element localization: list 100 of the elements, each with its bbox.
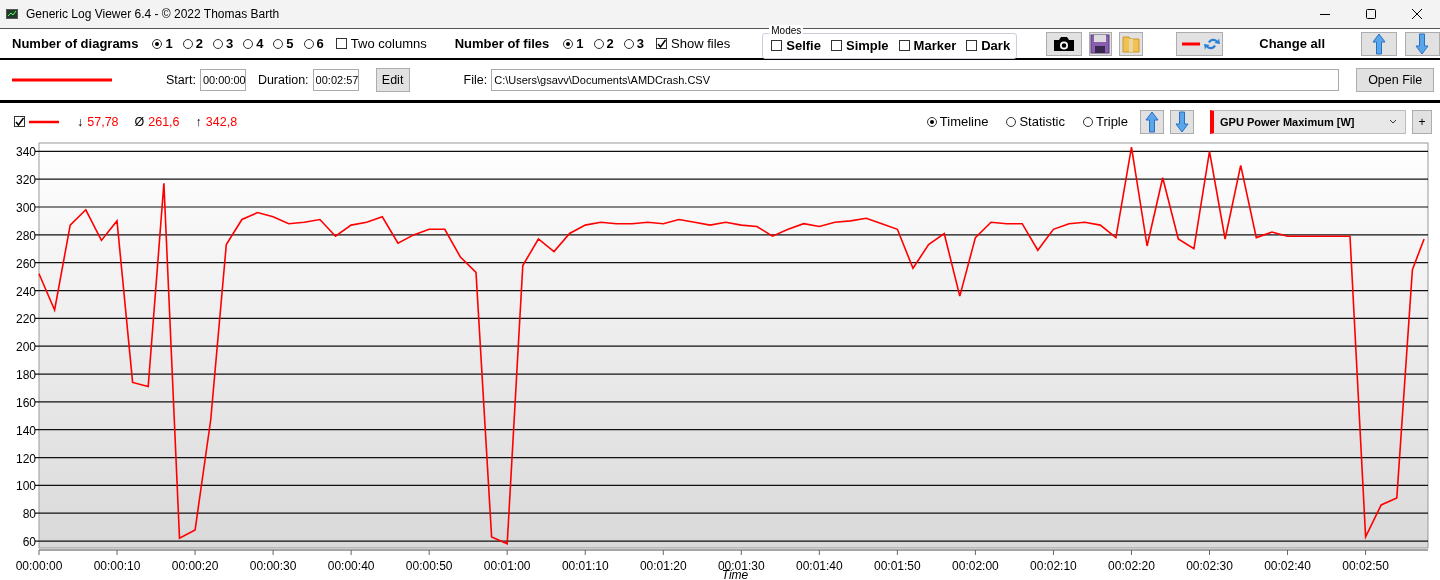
duration-field[interactable]: 00:02:57 (312, 69, 359, 91)
y-tick-label: 180 (15, 368, 36, 383)
down-arrow-icon (1174, 109, 1190, 134)
checkbox[interactable] (830, 40, 842, 51)
checkbox-label: Two columns (350, 36, 427, 51)
checkbox[interactable] (771, 40, 783, 51)
radio-label: 1 (576, 36, 584, 51)
duration-label: Duration: (257, 73, 309, 87)
color-swap-button[interactable] (1176, 31, 1224, 56)
radio-button[interactable] (1082, 116, 1093, 127)
radio-label: 4 (256, 36, 264, 51)
move-down-button[interactable] (1404, 31, 1440, 56)
x-tick-label: 00:02:20 (1108, 559, 1155, 573)
radio-button[interactable] (303, 38, 314, 49)
y-tick-label: 280 (15, 228, 36, 243)
x-tick-label: 00:00:10 (93, 559, 141, 573)
radio-button[interactable] (182, 38, 193, 49)
x-tick-label: 00:01:10 (561, 559, 609, 573)
close-icon (1412, 9, 1422, 19)
x-tick-label: 00:00:50 (405, 559, 453, 573)
x-tick-label: 00:02:30 (1186, 559, 1233, 573)
app-icon (6, 8, 18, 20)
stat-value: 342,8 (205, 114, 238, 129)
chevron-down-icon (1389, 119, 1397, 124)
checkbox-label: Selfie (786, 38, 821, 53)
save-button[interactable] (1088, 31, 1113, 56)
stat-symbol: Ø (134, 114, 145, 129)
radio-button[interactable] (273, 38, 284, 49)
y-tick-label: 160 (15, 395, 36, 410)
radio-button[interactable] (1006, 116, 1017, 127)
checkbox[interactable] (656, 38, 668, 49)
maximize-icon (1366, 9, 1376, 19)
edit-button[interactable]: Edit (375, 68, 410, 92)
checkbox-label: Show files (671, 36, 731, 51)
y-tick-label: 60 (22, 535, 36, 550)
x-tick-label: 00:01:40 (796, 559, 843, 573)
stat-symbol: ↓ (77, 114, 84, 129)
x-tick-label: 00:00:00 (15, 559, 63, 573)
x-tick-label: 00:01:50 (874, 559, 921, 573)
checkmark-icon (656, 38, 668, 49)
x-tick-label: 00:01:00 (483, 559, 531, 573)
file-label: File: (463, 73, 488, 87)
y-tick-label: 120 (15, 451, 36, 466)
y-tick-label: 80 (22, 507, 36, 522)
file-path-field[interactable]: C:\Users\gsavv\Documents\AMDCrash.CSV (491, 69, 1340, 91)
screenshot-button[interactable] (1046, 31, 1082, 56)
x-tick-label: 00:02:10 (1030, 559, 1077, 573)
checkbox[interactable] (335, 38, 347, 49)
radio-label: 3 (225, 36, 234, 51)
add-button[interactable]: + (1412, 109, 1432, 134)
move-up-button[interactable] (1361, 31, 1397, 56)
move-up-button[interactable] (1140, 109, 1164, 134)
radio-label: 2 (606, 36, 614, 51)
y-tick-label: 100 (15, 479, 36, 494)
down-arrow-icon (1414, 31, 1431, 56)
diagram-count-label: Number of diagrams (12, 36, 139, 51)
x-tick-label: 00:02:40 (1264, 559, 1311, 573)
y-tick-label: 220 (15, 312, 36, 327)
window-title: Generic Log Viewer 6.4 - © 2022 Thomas Barth (26, 7, 280, 21)
x-tick-label: 00:00:40 (327, 559, 375, 573)
up-arrow-icon (1370, 31, 1387, 56)
change-all-label: Change all (1259, 36, 1326, 51)
checkbox-label: Simple (845, 38, 889, 53)
radio-label: 2 (195, 36, 203, 51)
radio-label: 6 (316, 36, 324, 51)
camera-icon (1052, 35, 1075, 52)
stat-symbol: ↑ (195, 114, 202, 129)
start-time-field[interactable]: 00:00:00 (199, 69, 246, 91)
checkbox[interactable] (14, 116, 25, 127)
open-file-button[interactable]: Open File (1356, 68, 1435, 92)
checkbox[interactable] (966, 40, 978, 51)
y-tick-label: 140 (15, 423, 36, 438)
checkbox[interactable] (898, 40, 910, 51)
radio-button[interactable] (243, 38, 254, 49)
y-tick-label: 260 (15, 256, 36, 271)
y-tick-label: 200 (15, 340, 36, 355)
radio-button[interactable] (563, 38, 574, 49)
radio-label: Triple (1095, 114, 1128, 129)
up-arrow-icon (1144, 109, 1160, 134)
y-tick-label: 340 (15, 145, 36, 160)
channel-dropdown[interactable]: GPU Power Maximum [W] (1210, 109, 1406, 134)
folder-icon (1121, 33, 1142, 54)
radio-label: Statistic (1019, 114, 1065, 129)
y-tick-label: 300 (15, 201, 36, 215)
x-tick-label: 00:00:20 (171, 559, 219, 573)
x-tick-label: 00:02:50 (1342, 559, 1389, 573)
radio-button[interactable] (152, 38, 163, 49)
checkbox-label: Dark (981, 38, 1011, 53)
radio-button[interactable] (593, 38, 604, 49)
y-tick-label: 240 (15, 284, 36, 299)
radio-button[interactable] (623, 38, 634, 49)
start-label: Start: (166, 73, 196, 87)
radio-label: 1 (165, 36, 173, 51)
checkmark-icon (14, 116, 25, 127)
radio-button[interactable] (212, 38, 223, 49)
x-tick-label: 00:00:30 (249, 559, 297, 573)
radio-label: 3 (636, 36, 645, 51)
y-tick-label: 320 (15, 173, 36, 188)
move-down-button[interactable] (1170, 109, 1194, 134)
radio-button[interactable] (926, 116, 937, 127)
